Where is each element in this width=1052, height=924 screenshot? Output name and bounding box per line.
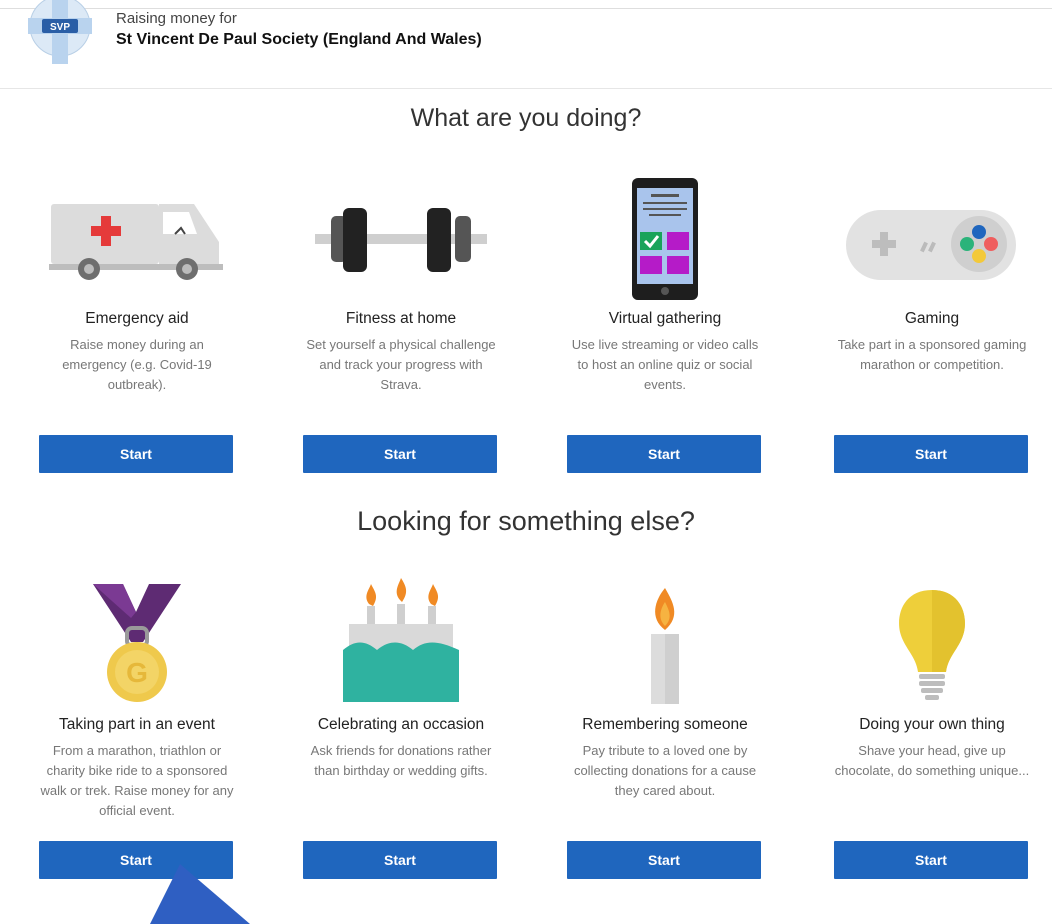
start-button-remembering-someone[interactable]: Start [567, 841, 761, 879]
svp-logo-icon: SVP [28, 0, 92, 64]
svp-logo-text: SVP [50, 22, 70, 33]
fundraiser-header: SVP Raising money for St Vincent De Paul… [0, 0, 1052, 89]
card-celebrating-an-occasion: Celebrating an occasion Ask friends for … [303, 578, 499, 880]
birthday-cake-icon [343, 578, 459, 702]
card-title: Fitness at home [345, 310, 457, 327]
card-title: Gaming [904, 310, 960, 327]
card-title: Virtual gathering [608, 310, 722, 327]
card-description: Take part in a sponsored gaming marathon… [837, 337, 1027, 372]
card-gaming: Gaming Take part in a sponsored gaming m… [834, 172, 1030, 474]
card-remembering-someone: Remembering someone Pay tribute to a lov… [567, 578, 763, 880]
charity-name: St Vincent De Paul Society (England And … [116, 31, 482, 48]
dumbbell-icon [315, 208, 487, 272]
card-title: Remembering someone [582, 716, 748, 733]
svg-text:G: G [126, 657, 148, 688]
card-description: Use live streaming or video calls to hos… [571, 337, 759, 392]
card-title: Emergency aid [85, 310, 189, 327]
header-top-divider [0, 8, 1052, 9]
game-controller-icon [846, 210, 1016, 280]
cursor-arrow-icon [150, 864, 250, 924]
card-virtual-gathering: Virtual gathering Use live streaming or … [567, 172, 763, 474]
start-button-gaming[interactable]: Start [834, 435, 1028, 473]
card-description: Set yourself a physical challenge and tr… [306, 337, 496, 392]
smartphone-icon [632, 178, 698, 300]
start-button-emergency-aid[interactable]: Start [39, 435, 233, 473]
section-title-what-are-you-doing: What are you doing? [410, 104, 642, 132]
start-button-doing-your-own-thing[interactable]: Start [834, 841, 1028, 879]
card-description: Ask friends for donations rather than bi… [310, 743, 492, 778]
start-button-virtual-gathering[interactable]: Start [567, 435, 761, 473]
card-title: Celebrating an occasion [317, 716, 485, 733]
card-description: Shave your head, give up chocolate, do s… [834, 743, 1030, 778]
card-doing-your-own-thing: Doing your own thing Shave your head, gi… [834, 578, 1030, 880]
section-title-looking-for-something-else: Looking for something else? [357, 506, 695, 536]
card-description: Raise money during an emergency (e.g. Co… [62, 337, 212, 392]
card-taking-part-in-an-event: G Taking part in an event From a maratho… [39, 578, 235, 880]
candle-icon [651, 588, 679, 704]
raising-money-label: Raising money for [116, 10, 237, 27]
light-bulb-icon [899, 590, 965, 700]
card-title: Taking part in an event [59, 716, 215, 733]
card-description: From a marathon, triathlon or charity bi… [40, 743, 234, 818]
card-description: Pay tribute to a loved one by collecting… [573, 743, 757, 798]
card-fitness-at-home: Fitness at home Set yourself a physical … [303, 172, 499, 474]
card-title: Doing your own thing [859, 716, 1005, 733]
medal-icon: G [93, 584, 181, 702]
start-button-fitness-at-home[interactable]: Start [303, 435, 497, 473]
ambulance-icon [49, 204, 223, 280]
card-emergency-aid: Emergency aid Raise money during an emer… [39, 172, 235, 474]
start-button-celebrating-an-occasion[interactable]: Start [303, 841, 497, 879]
